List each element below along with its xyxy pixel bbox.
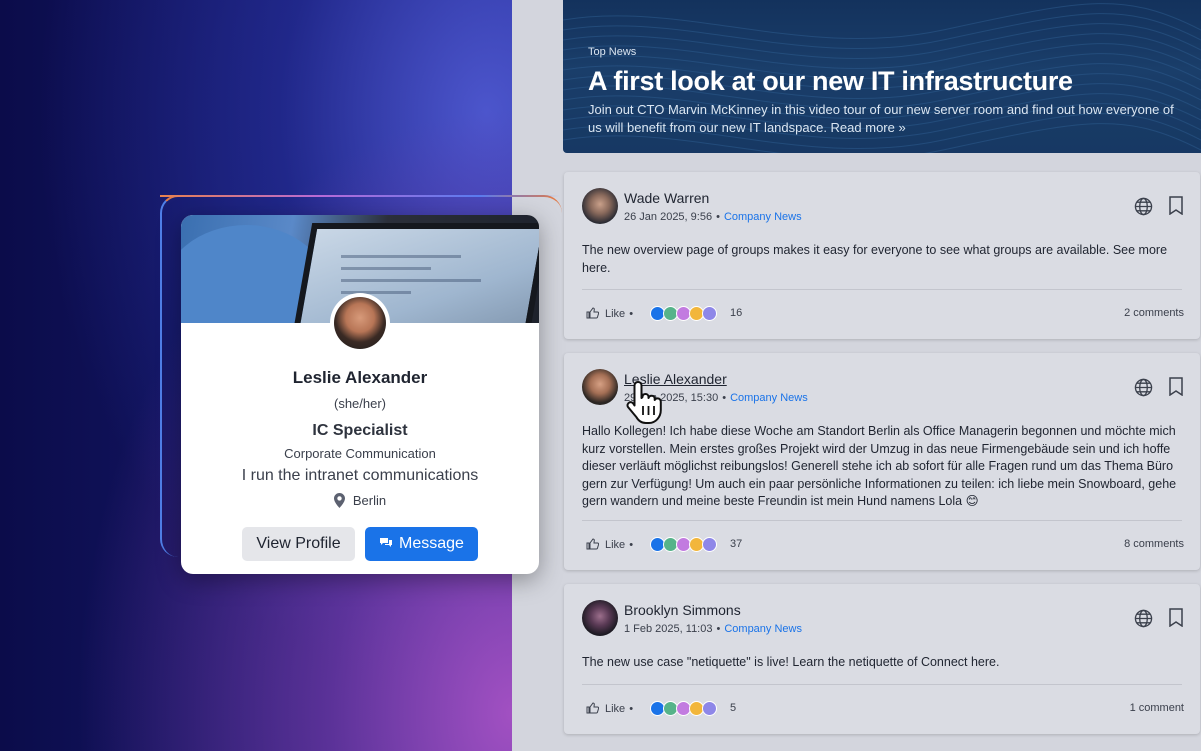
comments-link[interactable]: 1 comment <box>1130 702 1184 714</box>
avatar[interactable] <box>330 293 390 353</box>
chat-icon <box>380 538 393 547</box>
like-button[interactable]: Like • <box>586 538 637 551</box>
reaction-icons[interactable] <box>650 701 717 717</box>
post-category-link[interactable]: Company News <box>724 623 802 635</box>
post-footer: Like • 16 2 comments <box>582 305 1184 325</box>
post-footer: Like • 5 1 comment <box>582 700 1184 720</box>
top-news-description: Join out CTO Marvin McKinney in this vid… <box>588 102 1174 135</box>
view-profile-button[interactable]: View Profile <box>242 527 355 561</box>
profile-role: IC Specialist <box>312 422 408 439</box>
post-divider <box>582 289 1182 290</box>
post-text: The new overview page of groups makes it… <box>582 243 1168 275</box>
bookmark-icon[interactable] <box>1169 196 1183 215</box>
bookmark-icon[interactable] <box>1169 377 1183 396</box>
post-meta: 1 Feb 2025, 11:03 • Company News <box>624 623 802 635</box>
globe-icon[interactable] <box>1134 197 1153 216</box>
globe-icon[interactable] <box>1134 609 1153 628</box>
comments-link[interactable]: 2 comments <box>1124 307 1184 319</box>
thumbs-up-icon <box>586 702 599 714</box>
post-divider <box>582 520 1182 521</box>
post-text: Hallo Kollegen! Ich habe diese Woche am … <box>582 424 1177 508</box>
author-avatar[interactable] <box>582 188 618 224</box>
profile-location: Berlin <box>181 493 539 508</box>
like-label: Like <box>605 308 626 320</box>
profile-pronouns: (she/her) <box>333 396 387 411</box>
thumbs-up-icon <box>586 538 599 550</box>
top-news-title[interactable]: A first look at our new IT infrastructur… <box>588 66 1073 97</box>
globe-icon[interactable] <box>1134 378 1153 397</box>
post-divider <box>582 684 1182 685</box>
message-button[interactable]: Message <box>365 527 478 561</box>
post-date: 26 Jan 2025, 9:56 <box>624 211 713 223</box>
location-label: Berlin <box>352 493 387 508</box>
profile-name: Leslie Alexander <box>292 368 428 387</box>
comments-link[interactable]: 8 comments <box>1124 538 1184 550</box>
profile-bio: I run the intranet communications <box>241 467 479 484</box>
message-button-label: Message <box>399 535 464 552</box>
post-text: The new use case "netiquette" is live! L… <box>582 655 1000 669</box>
reaction-count: 37 <box>730 538 743 550</box>
like-label: Like <box>605 539 626 551</box>
post-date: 1 Feb 2025, 11:03 <box>624 623 713 635</box>
like-button[interactable]: Like • <box>586 702 637 715</box>
post-card: Wade Warren 26 Jan 2025, 9:56 • Company Ne… <box>564 172 1200 339</box>
post-footer: Like • 37 8 comments <box>582 536 1184 556</box>
like-label: Like <box>605 703 626 715</box>
reaction-count: 5 <box>730 702 737 714</box>
post-category-link[interactable]: Company News <box>730 392 808 404</box>
like-button[interactable]: Like • <box>586 307 637 320</box>
reaction-icons[interactable] <box>650 306 717 322</box>
top-news-banner[interactable]: Top News A first look at our new IT infr… <box>563 0 1201 153</box>
post-author[interactable]: Brooklyn Simmons <box>624 602 741 618</box>
reaction-count: 16 <box>730 307 743 319</box>
post-meta: 26 Jan 2025, 9:56 • Company News <box>624 211 802 223</box>
author-avatar[interactable] <box>582 369 618 405</box>
post-author[interactable]: Wade Warren <box>624 190 709 206</box>
location-pin-icon <box>333 493 345 508</box>
top-news-label: Top News <box>588 46 637 58</box>
profile-department: Corporate Communication <box>284 446 436 461</box>
post-category-link[interactable]: Company News <box>724 211 802 223</box>
thumbs-up-icon <box>586 307 599 319</box>
bookmark-icon[interactable] <box>1169 608 1183 627</box>
post-card: Brooklyn Simmons 1 Feb 2025, 11:03 • Compa… <box>564 584 1200 734</box>
profile-card: Leslie Alexander (she/her) IC Specialist… <box>181 215 539 574</box>
hand-cursor-icon <box>626 381 662 424</box>
reaction-icons[interactable] <box>650 537 717 553</box>
author-avatar[interactable] <box>582 600 618 636</box>
